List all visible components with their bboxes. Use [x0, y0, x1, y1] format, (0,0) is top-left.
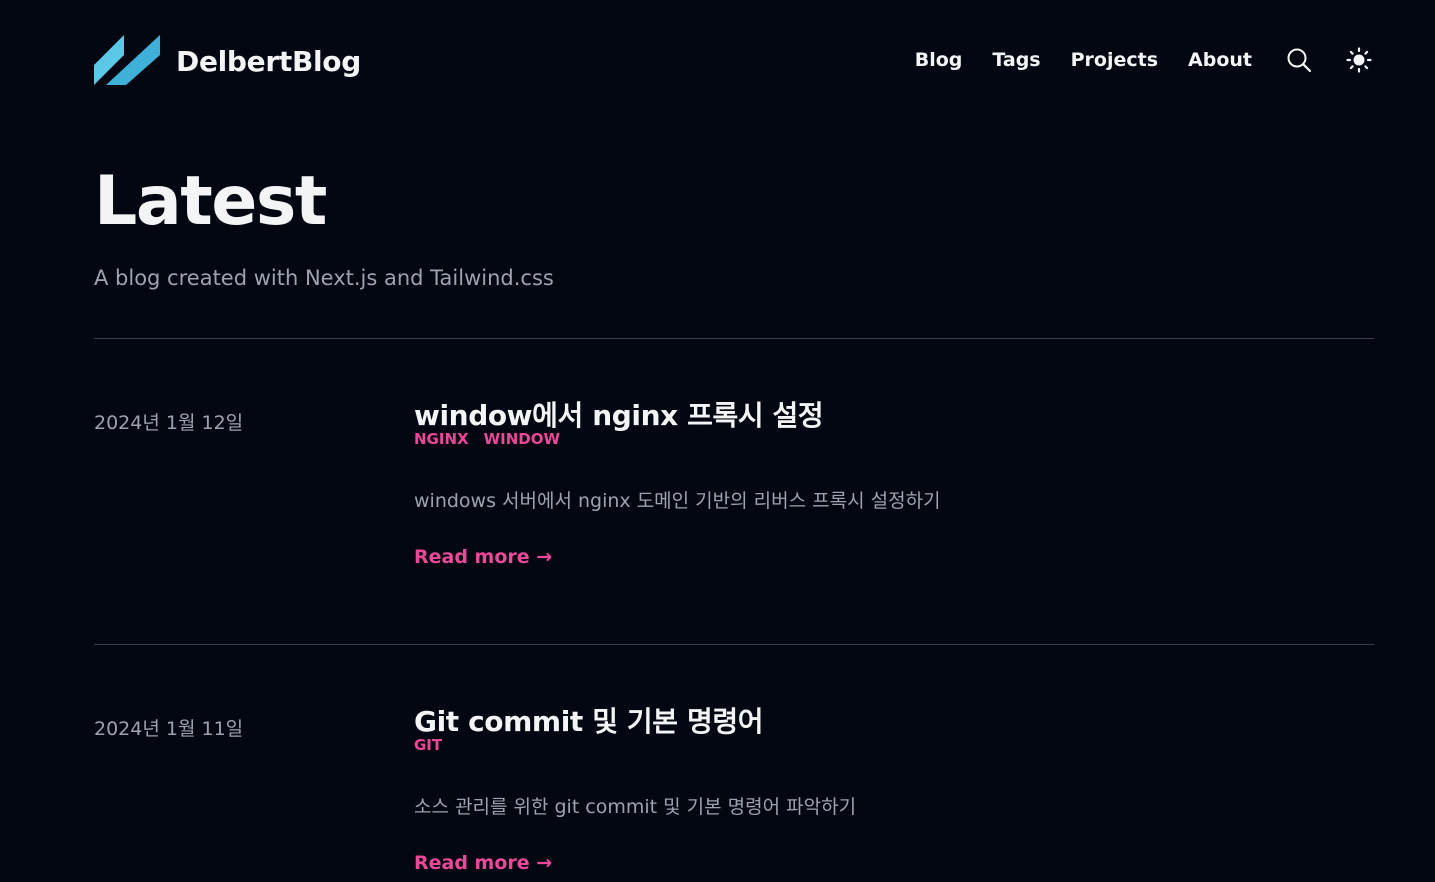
post-title[interactable]: Git commit 및 기본 명령어: [414, 700, 763, 740]
tag-nginx[interactable]: NGINX: [414, 430, 469, 448]
post-tags: NGINX WINDOW: [414, 430, 575, 448]
search-icon: [1287, 48, 1312, 73]
nav-blog[interactable]: Blog: [915, 49, 963, 71]
read-more-link[interactable]: Read more →: [414, 852, 552, 874]
post-tags: GIT: [414, 736, 457, 754]
tag-window[interactable]: WINDOW: [484, 430, 560, 448]
read-more-link[interactable]: Read more →: [414, 546, 552, 568]
page: DelbertBlog Blog Tags Projects About Lat…: [0, 0, 1435, 882]
post-summary: windows 서버에서 nginx 도메인 기반의 리버스 프록시 설정하기: [414, 490, 941, 512]
logo[interactable]: [94, 33, 160, 86]
divider: [94, 338, 1374, 339]
site-header: DelbertBlog Blog Tags Projects About: [94, 30, 1374, 90]
nav-projects[interactable]: Projects: [1071, 49, 1158, 71]
post-summary: 소스 관리를 위한 git commit 및 기본 명령어 파악하기: [414, 796, 857, 818]
post-date: 2024년 1월 12일: [94, 412, 244, 434]
page-title: Latest: [94, 162, 327, 241]
search-button[interactable]: [1284, 45, 1314, 75]
site-brand[interactable]: DelbertBlog: [176, 45, 361, 78]
page-subtitle: A blog created with Next.js and Tailwind…: [94, 266, 554, 290]
theme-toggle-button[interactable]: [1344, 45, 1374, 75]
sun-icon: [1346, 47, 1372, 73]
post-date: 2024년 1월 11일: [94, 718, 244, 740]
divider: [94, 644, 1374, 645]
nav-about[interactable]: About: [1188, 49, 1252, 71]
tag-git[interactable]: GIT: [414, 736, 442, 754]
main-nav: Blog Tags Projects About: [915, 44, 1374, 76]
post-title[interactable]: window에서 nginx 프록시 설정: [414, 394, 824, 434]
nav-tags[interactable]: Tags: [992, 49, 1040, 71]
logo-icon: [94, 35, 160, 85]
